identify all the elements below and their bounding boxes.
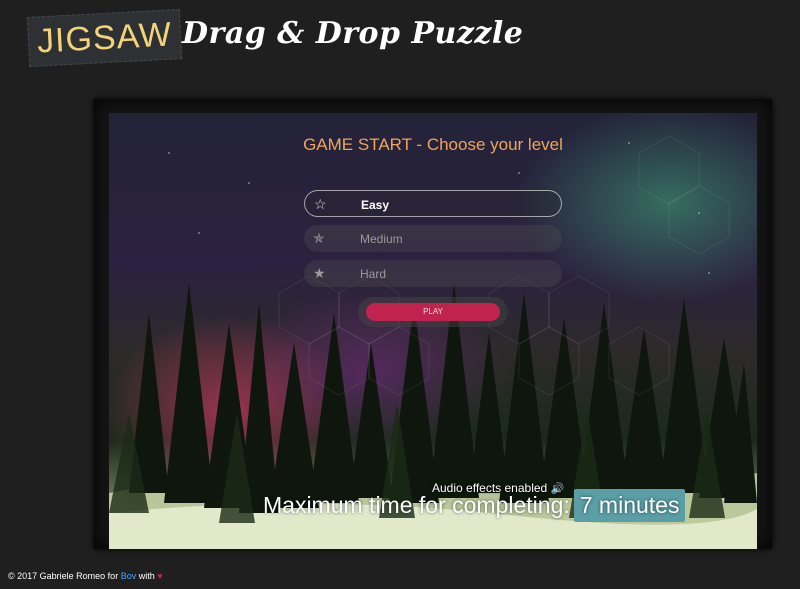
max-time-info: Maximum time for completing: 7 minutes	[263, 489, 686, 522]
level-option-hard[interactable]: ★ Hard	[304, 260, 562, 287]
header: JIGSAW Drag & Drop Puzzle	[0, 0, 800, 80]
footer-credits: © 2017 Gabriele Romeo for Bov with ♥	[8, 571, 163, 581]
page-title: Drag & Drop Puzzle	[182, 16, 524, 51]
star-outline-icon: ☆	[314, 196, 327, 212]
level-label: Hard	[360, 267, 387, 281]
level-label: Easy	[361, 198, 390, 212]
star-half-icon: ✯	[313, 230, 325, 246]
level-label: Medium	[360, 232, 403, 246]
footer-prefix: © 2017 Gabriele Romeo for	[8, 571, 121, 581]
level-option-easy[interactable]: ☆ Easy	[304, 190, 562, 217]
play-button[interactable]: PLAY	[366, 303, 500, 321]
game-start-heading: GAME START - Choose your level	[303, 135, 563, 154]
footer-suffix: with	[136, 571, 158, 581]
jigsaw-logo: JIGSAW	[26, 9, 183, 67]
max-time-label: Maximum time for completing:	[263, 492, 570, 518]
level-option-medium[interactable]: ✯ Medium	[304, 225, 562, 252]
heart-icon: ♥	[157, 571, 163, 581]
star-full-icon: ★	[313, 265, 326, 281]
footer-brand-link[interactable]: Bov	[121, 571, 137, 581]
max-time-value-badge: 7 minutes	[573, 489, 686, 522]
